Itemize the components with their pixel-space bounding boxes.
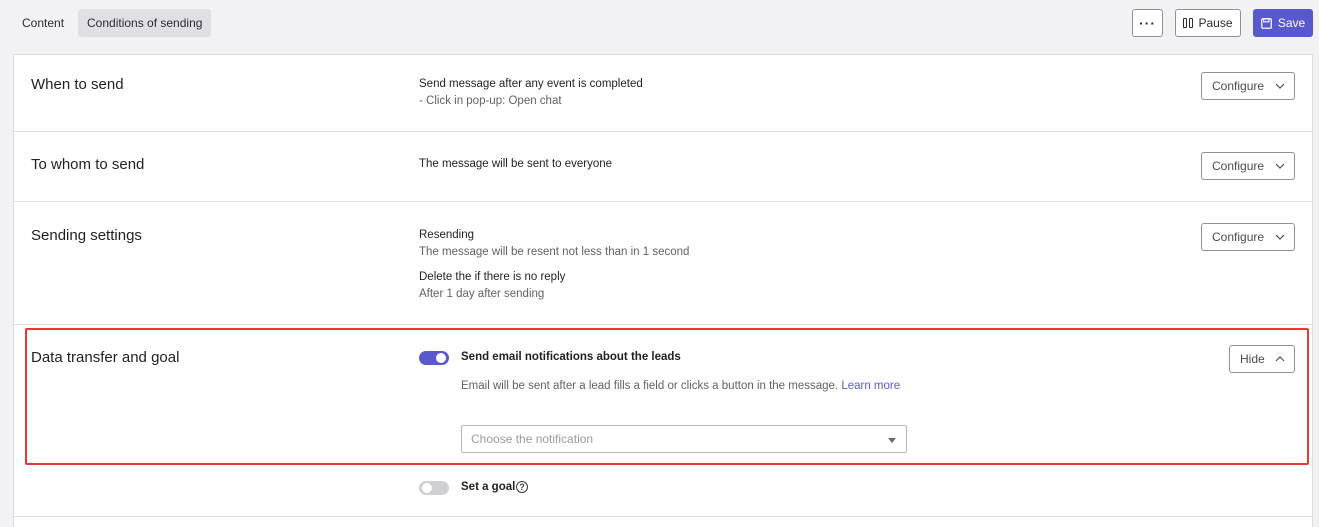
chevron-up-icon — [1275, 356, 1285, 362]
notification-select-placeholder: Choose the notification — [471, 432, 594, 446]
delete-description: After 1 day after sending — [419, 288, 545, 300]
help-icon[interactable]: ? — [516, 481, 528, 493]
chevron-down-icon — [1275, 234, 1285, 240]
trigger-detail: - Click in pop-up: Open chat — [419, 95, 562, 107]
tab-content[interactable]: Content — [13, 9, 73, 37]
top-bar: Content Conditions of sending ··· Pause … — [0, 0, 1319, 46]
configure-when-button[interactable]: Configure — [1201, 72, 1295, 100]
learn-more-link[interactable]: Learn more — [841, 380, 900, 392]
section-when-to-send: When to send Send message after any even… — [14, 55, 1312, 132]
email-notifications-label: Send email notifications about the leads — [461, 351, 681, 363]
delete-title: Delete the if there is no reply — [419, 271, 566, 283]
pause-label: Pause — [1198, 16, 1233, 30]
email-notifications-toggle[interactable] — [419, 351, 449, 365]
resend-title: Resending — [419, 229, 474, 241]
resend-description: The message will be resent not less than… — [419, 246, 690, 258]
section-sending-settings: Sending settings Resending The message w… — [14, 202, 1312, 325]
section-title: When to send — [31, 76, 124, 93]
configure-settings-button[interactable]: Configure — [1201, 223, 1295, 251]
set-goal-toggle[interactable] — [419, 481, 449, 495]
more-options-button[interactable]: ··· — [1132, 9, 1163, 37]
chevron-down-icon — [1275, 83, 1285, 89]
chevron-down-icon — [1275, 163, 1285, 169]
pause-button[interactable]: Pause — [1175, 9, 1241, 37]
notification-select[interactable]: Choose the notification — [461, 425, 907, 453]
pause-icon — [1183, 18, 1194, 28]
caret-down-icon — [888, 438, 896, 443]
tab-conditions-of-sending[interactable]: Conditions of sending — [78, 9, 212, 37]
save-label: Save — [1277, 16, 1306, 30]
section-data-transfer-and-goal: Data transfer and goal Send email notifi… — [14, 325, 1312, 517]
section-to-whom-to-send: To whom to send The message will be sent… — [14, 132, 1312, 202]
hide-button[interactable]: Hide — [1229, 345, 1295, 373]
more-icon: ··· — [1139, 15, 1156, 31]
configure-label: Configure — [1212, 230, 1265, 244]
email-notifications-description: Email will be sent after a lead fills a … — [461, 380, 901, 392]
save-icon — [1260, 17, 1272, 29]
section-title: Data transfer and goal — [31, 349, 180, 366]
section-title: To whom to send — [31, 156, 145, 173]
configure-label: Configure — [1212, 159, 1265, 173]
set-goal-label: Set a goal — [461, 481, 516, 493]
conditions-panel: When to send Send message after any even… — [13, 54, 1313, 527]
configure-label: Configure — [1212, 79, 1265, 93]
configure-whom-button[interactable]: Configure — [1201, 152, 1295, 180]
save-button[interactable]: Save — [1253, 9, 1313, 37]
section-title: Sending settings — [31, 227, 142, 244]
audience-summary: The message will be sent to everyone — [419, 158, 613, 170]
trigger-summary: Send message after any event is complete… — [419, 78, 643, 90]
hide-label: Hide — [1240, 352, 1265, 366]
